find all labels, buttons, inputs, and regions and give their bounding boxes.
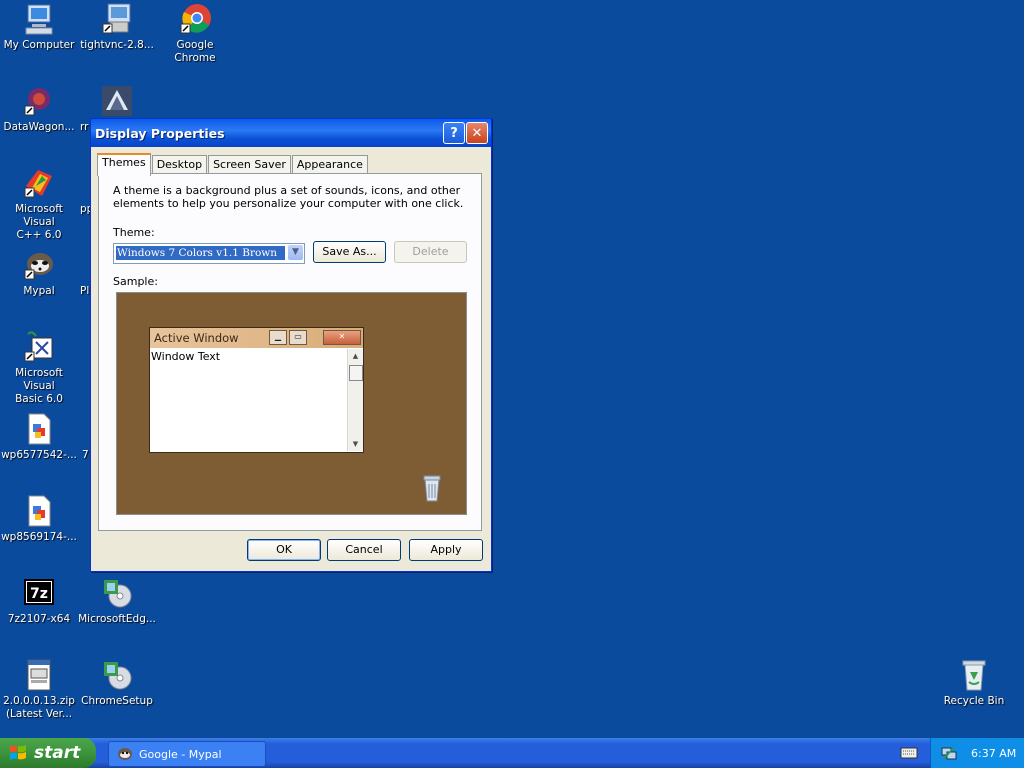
start-label: start [34, 743, 81, 763]
keyboard-icon[interactable] [900, 746, 920, 760]
taskbar-item-mypal[interactable]: Google - Mypal [108, 741, 266, 767]
app-icon [100, 84, 134, 118]
recycle-bin-icon [957, 658, 991, 692]
computer-icon [22, 2, 56, 36]
scroll-down-icon: ▼ [352, 440, 359, 448]
desktop-icon-chromesetup[interactable]: ChromeSetup [78, 658, 156, 708]
scroll-thumb [349, 365, 363, 381]
setup-cd-icon [100, 658, 134, 692]
sample-active-window: Active Window ▁ ▭ ✕ Window Text ▲ ▼ [149, 327, 364, 453]
tab-desktop[interactable]: Desktop [151, 155, 208, 175]
desktop-icon-tightvnc[interactable]: tightvnc-2.8... [78, 2, 156, 52]
desktop-icon-msvb[interactable]: Microsoft Visual Basic 6.0 [0, 330, 78, 406]
ok-button[interactable]: OK [247, 539, 321, 561]
sample-scrollbar: ▲ ▼ [347, 349, 363, 451]
sample-window-title: Active Window [154, 331, 239, 345]
window-title: Display Properties [95, 125, 225, 141]
display-properties-window: Display Properties ? ✕ Themes Desktop Sc… [90, 118, 492, 572]
taskbar-item-label: Google - Mypal [139, 747, 222, 761]
tab-screen-saver[interactable]: Screen Saver [208, 155, 291, 175]
image-file-icon [22, 412, 56, 446]
visual-cpp-icon [22, 166, 56, 200]
installer-icon [100, 2, 134, 36]
desktop-icon-wp2[interactable]: wp8569174-... [0, 494, 78, 544]
desktop-icon-msvc[interactable]: Microsoft Visual C++ 6.0 [0, 166, 78, 242]
setup-cd-icon [100, 576, 134, 610]
partial-label: rr [80, 121, 89, 133]
visual-basic-icon [22, 330, 56, 364]
desktop-icon-7z[interactable]: 7z 7z2107-x64 [0, 576, 78, 626]
image-file-icon [22, 494, 56, 528]
desktop-icon-partial-1[interactable] [78, 84, 156, 121]
desktop-icon-google-chrome[interactable]: Google Chrome [156, 2, 234, 65]
desktop-icon-wp1[interactable]: wp6577542-... [0, 412, 78, 462]
datawagon-icon [22, 84, 56, 118]
desktop-icon-msedge[interactable]: MicrosoftEdg... [78, 576, 156, 626]
desktop-icon-my-computer[interactable]: My Computer [0, 2, 78, 52]
help-icon: ? [450, 125, 458, 141]
desktop-icon-mypal[interactable]: Mypal [0, 248, 78, 298]
save-as-button[interactable]: Save As... [313, 241, 386, 263]
partial-label: Pl [80, 285, 90, 297]
sample-window-text: Window Text [151, 350, 221, 363]
chrome-icon [178, 2, 212, 36]
desktop-icon-datawagon[interactable]: DataWagon... [0, 84, 78, 134]
mypal-raccoon-icon [118, 748, 132, 760]
close-icon: ✕ [471, 125, 483, 141]
clock[interactable]: 6:37 AM [971, 747, 1016, 760]
start-button[interactable]: start [0, 738, 96, 768]
svg-text:7z: 7z [30, 586, 48, 602]
tab-strip: Themes Desktop Screen Saver Appearance [97, 153, 369, 176]
delete-button[interactable]: Delete [394, 241, 467, 263]
minimize-icon: ▁ [269, 330, 287, 345]
maximize-icon: ▭ [289, 330, 307, 345]
desktop-icon-recycle-bin[interactable]: Recycle Bin [935, 658, 1013, 708]
partial-label: 7 [82, 449, 89, 461]
7zip-icon: 7z [22, 576, 56, 610]
tab-themes[interactable]: Themes [97, 153, 151, 176]
chevron-down-icon[interactable]: ▼ [288, 245, 303, 260]
close-button[interactable]: ✕ [466, 122, 488, 144]
theme-description: A theme is a background plus a set of so… [113, 184, 464, 210]
theme-select-value: Windows 7 Colors v1.1 Brown [116, 246, 285, 260]
theme-select[interactable]: Windows 7 Colors v1.1 Brown ▼ [113, 243, 305, 264]
recycle-bin-icon [422, 474, 442, 502]
cancel-button[interactable]: Cancel [327, 539, 401, 561]
window-titlebar[interactable]: Display Properties ? ✕ [91, 119, 491, 147]
help-button[interactable]: ? [443, 122, 465, 144]
taskbar: start Google - Mypal 6:37 AM [0, 738, 1024, 768]
apply-button[interactable]: Apply [409, 539, 483, 561]
windows-logo-icon [10, 745, 26, 760]
close-icon: ✕ [323, 330, 361, 345]
zip-file-icon [22, 658, 56, 692]
network-icon[interactable] [941, 745, 957, 761]
tab-appearance[interactable]: Appearance [291, 155, 368, 175]
themes-panel: A theme is a background plus a set of so… [98, 173, 482, 531]
scroll-up-icon: ▲ [352, 352, 359, 360]
theme-sample-preview: Active Window ▁ ▭ ✕ Window Text ▲ ▼ [116, 292, 467, 515]
mypal-raccoon-icon [22, 248, 56, 282]
desktop-icon-zip[interactable]: 2.0.0.0.13.zip (Latest Ver... [0, 658, 78, 721]
system-tray: 6:37 AM [930, 738, 1024, 768]
sample-label: Sample: [113, 275, 158, 288]
sample-window-titlebar: Active Window ▁ ▭ ✕ [150, 328, 363, 348]
theme-label: Theme: [113, 226, 155, 239]
